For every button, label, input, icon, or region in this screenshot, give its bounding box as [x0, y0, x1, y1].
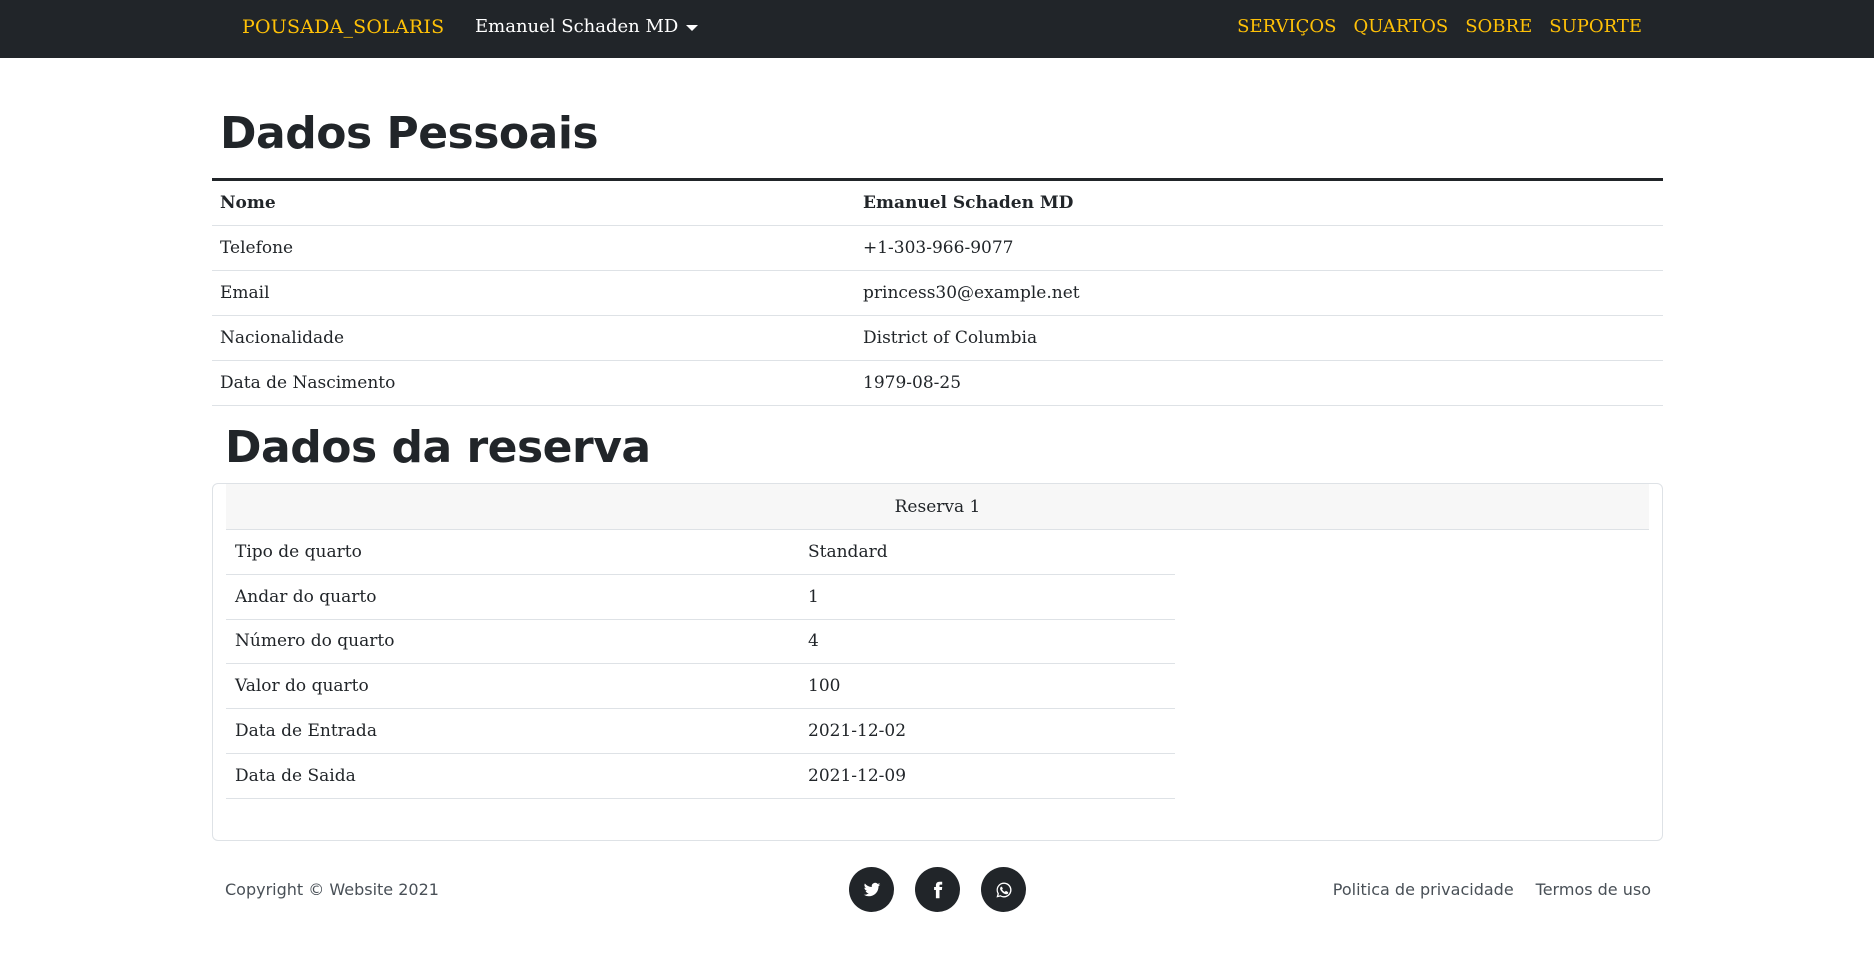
whatsapp-icon — [996, 881, 1012, 897]
social-links — [849, 867, 1026, 912]
footer-copyright: Copyright © Website 2021 — [225, 880, 439, 899]
privacy-policy-link[interactable]: Politica de privacidade — [1333, 880, 1514, 899]
top-navbar: POUSADA_SOLARIS Emanuel Schaden MD SERVI… — [0, 0, 1874, 58]
table-row: Data de Saida 2021-12-09 — [226, 754, 1175, 799]
reservation-card-header: Reserva 1 — [226, 484, 1649, 530]
row-value: District of Columbia — [863, 328, 1038, 348]
nav-links: SERVIÇOS QUARTOS SOBRE SUPORTE — [1237, 16, 1642, 37]
facebook-icon — [933, 881, 942, 898]
row-label: Nacionalidade — [220, 328, 345, 348]
table-row: Data de Nascimento 1979-08-25 — [212, 361, 1663, 406]
personal-data-title: Dados Pessoais — [220, 108, 599, 159]
row-label: Tipo de quarto — [235, 541, 362, 562]
row-label: Andar do quarto — [235, 586, 377, 607]
table-row: Nome Emanuel Schaden MD — [212, 181, 1663, 226]
row-value: 2021-12-02 — [808, 721, 907, 742]
row-value: Emanuel Schaden MD — [863, 193, 1074, 213]
row-label: Número do quarto — [235, 631, 395, 652]
row-value: Standard — [808, 541, 888, 562]
row-label: Valor do quarto — [235, 676, 369, 697]
table-row: Email princess30@example.net — [212, 271, 1663, 316]
row-value: 100 — [808, 676, 841, 697]
nav-link-servicos[interactable]: SERVIÇOS — [1237, 16, 1336, 37]
whatsapp-button[interactable] — [981, 867, 1026, 912]
table-row: Nacionalidade District of Columbia — [212, 316, 1663, 361]
reservation-title: Dados da reserva — [225, 422, 651, 473]
row-label: Email — [220, 283, 270, 303]
row-value: 2021-12-09 — [808, 765, 907, 786]
terms-of-use-link[interactable]: Termos de uso — [1536, 880, 1651, 899]
table-row: Número do quarto 4 — [226, 620, 1175, 665]
user-menu-dropdown[interactable]: Emanuel Schaden MD — [475, 16, 699, 37]
nav-link-sobre[interactable]: SOBRE — [1465, 16, 1532, 37]
user-menu-label: Emanuel Schaden MD — [475, 16, 679, 37]
table-row: Data de Entrada 2021-12-02 — [226, 709, 1175, 754]
twitter-icon — [863, 882, 880, 896]
row-value: 4 — [808, 631, 819, 652]
row-label: Data de Nascimento — [220, 373, 396, 393]
personal-data-table: Nome Emanuel Schaden MD Telefone +1-303-… — [212, 178, 1663, 406]
row-label: Telefone — [220, 238, 294, 258]
reservation-table: Tipo de quarto Standard Andar do quarto … — [226, 530, 1175, 799]
brand-link[interactable]: POUSADA_SOLARIS — [242, 16, 444, 38]
row-value: princess30@example.net — [863, 283, 1080, 303]
footer-links: Politica de privacidade Termos de uso — [1333, 880, 1651, 899]
facebook-button[interactable] — [915, 867, 960, 912]
row-label: Data de Saida — [235, 765, 356, 786]
row-label: Data de Entrada — [235, 721, 377, 742]
table-row: Valor do quarto 100 — [226, 664, 1175, 710]
twitter-button[interactable] — [849, 867, 894, 912]
table-row: Telefone +1-303-966-9077 — [212, 226, 1663, 271]
nav-link-suporte[interactable]: SUPORTE — [1549, 16, 1642, 37]
row-label: Nome — [220, 193, 276, 213]
reservation-card: Reserva 1 Tipo de quarto Standard Andar … — [212, 483, 1663, 841]
row-value: +1-303-966-9077 — [863, 238, 1014, 258]
caret-down-icon — [686, 24, 699, 31]
table-row: Tipo de quarto Standard — [226, 530, 1175, 575]
nav-link-quartos[interactable]: QUARTOS — [1354, 16, 1449, 37]
row-value: 1 — [808, 586, 819, 607]
table-row: Andar do quarto 1 — [226, 575, 1175, 620]
row-value: 1979-08-25 — [863, 373, 962, 393]
